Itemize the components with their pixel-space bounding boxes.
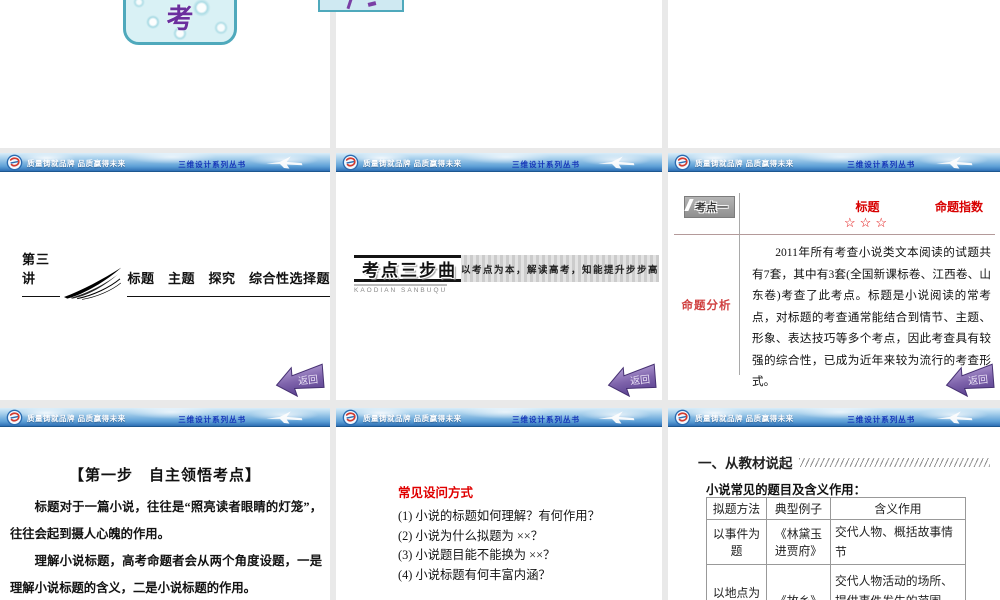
slide-handout-page: 考 质量铸就品牌 品质赢得未来 三维设计系列丛书 第三讲 标题 主题 探究 综合… xyxy=(0,0,1000,600)
slide-kaodian-banner: 质量铸就品牌 品质赢得未来 三维设计系列丛书 考点三步曲 以考点为本，解读高考，… xyxy=(336,153,662,400)
airplane-icon xyxy=(266,411,303,424)
kaodian-banner-title: 考点三步曲 xyxy=(354,255,461,282)
question-style-heading: 常见设问方式 xyxy=(398,486,474,500)
brand-slogan: 质量铸就品牌 品质赢得未来 xyxy=(27,414,126,423)
table-header-cell: 典型例子 xyxy=(766,497,831,520)
return-label: 返回 xyxy=(298,373,319,387)
table-cell: 《故乡》 xyxy=(766,564,831,600)
airplane-icon xyxy=(936,156,973,169)
rating-stars: ☆☆☆ xyxy=(844,215,891,230)
brand-logo-icon xyxy=(674,409,691,426)
brand-slogan: 质量铸就品牌 品质赢得未来 xyxy=(27,159,126,168)
brand-logo-icon xyxy=(342,154,359,171)
kaodian-banner-subtitle: KAODIAN SANBUQU xyxy=(354,284,448,294)
brand-logo-icon xyxy=(674,154,691,171)
return-arrow-icon: 返回 xyxy=(945,363,995,397)
series-title: 三维设计系列丛书 xyxy=(178,415,247,424)
badge-accent-mark xyxy=(684,199,694,211)
return-label: 返回 xyxy=(630,373,651,387)
slide-header-banner: 质量铸就品牌 品质赢得未来 三维设计系列丛书 xyxy=(668,408,1000,427)
exam-point-badge: 考点一 xyxy=(684,196,735,218)
series-title: 三维设计系列丛书 xyxy=(178,160,247,169)
partial-slide-middle xyxy=(336,0,662,148)
kao-character: 考 xyxy=(166,4,194,34)
return-button[interactable]: 返回 xyxy=(275,363,327,397)
partial-slide-left: 考 xyxy=(0,0,330,148)
question-style-block: 常见设问方式 (1) 小说的标题如何理解？有何作用？ (2) 小说为什么拟题为 … xyxy=(398,482,654,585)
slide-exam-point-analysis: 质量铸就品牌 品质赢得未来 三维设计系列丛书 考点一 标题 命题指数 ☆☆☆ 命… xyxy=(668,153,1000,400)
kao-bubble-sticker: 考 xyxy=(123,0,237,45)
step-heading: 【第一步 自主领悟考点】 xyxy=(68,468,261,484)
table-row: 以地点为题 《故乡》 交代人物活动的场所、提供事件发生的范围、渲染环境 xyxy=(706,564,966,600)
slide-header-banner: 质量铸就品牌 品质赢得未来 三维设计系列丛书 xyxy=(668,153,1000,172)
slide-question-styles: 质量铸就品牌 品质赢得未来 三维设计系列丛书 常见设问方式 (1) 小说的标题如… xyxy=(336,408,662,600)
question-item: (2) 小说为什么拟题为 ××？ xyxy=(398,528,544,543)
table-caption: 小说常见的题目及含义作用： xyxy=(706,483,866,497)
partial-title-box xyxy=(318,0,404,12)
brush-stroke-icon xyxy=(63,267,122,300)
brand-logo-icon xyxy=(342,409,359,426)
exam-point-badge-cell: 考点一 xyxy=(674,193,740,235)
series-title: 三维设计系列丛书 xyxy=(512,160,581,169)
exam-point-layout: 考点一 标题 命题指数 ☆☆☆ 命题分析 2011年所有考查小说类文本阅读的试题… xyxy=(674,193,995,388)
question-item: (1) 小说的标题如何理解？有何作用？ xyxy=(398,509,600,523)
return-button[interactable]: 返回 xyxy=(607,363,659,397)
question-item: (3) 小说题目能不能换为 ××？ xyxy=(398,548,556,562)
step-body: 标题对于一篇小说，往往是“照亮读者眼睛的灯笼”，往往会起到摄人心魄的作用。 理解… xyxy=(10,494,322,600)
hatch-line xyxy=(798,457,990,467)
slide-lecture-title: 质量铸就品牌 品质赢得未来 三维设计系列丛书 第三讲 标题 主题 探究 综合性选… xyxy=(0,153,330,400)
brand-logo-icon xyxy=(6,409,23,426)
table-cell: 《林黛玉进贾府》 xyxy=(766,519,831,565)
table-cell: 以地点为题 xyxy=(706,564,767,600)
table-header-cell: 含义作用 xyxy=(830,497,966,520)
table-header-row: 拟题方法 典型例子 含义作用 xyxy=(706,497,966,520)
airplane-icon xyxy=(598,156,635,169)
brand-slogan: 质量铸就品牌 品质赢得未来 xyxy=(363,414,462,423)
series-title: 三维设计系列丛书 xyxy=(847,415,916,424)
decorative-mark xyxy=(367,1,377,7)
slide-header-banner: 质量铸就品牌 品质赢得未来 三维设计系列丛书 xyxy=(336,408,662,427)
slide-header-banner: 质量铸就品牌 品质赢得未来 三维设计系列丛书 xyxy=(0,153,330,172)
table-cell: 交代人物活动的场所、提供事件发生的范围、渲染环境 xyxy=(830,564,966,600)
airplane-icon xyxy=(598,411,635,424)
question-item: (4) 小说标题有何丰富内涵？ xyxy=(398,567,551,582)
return-arrow-icon: 返回 xyxy=(607,363,657,397)
table-header-cell: 拟题方法 xyxy=(706,497,767,520)
step-paragraph: 理解小说标题，高考命题者会从两个角度设题，一是理解小说标题的含义，二是小说标题的… xyxy=(10,554,322,595)
partial-slide-right xyxy=(668,0,1000,148)
slide-header-banner: 质量铸就品牌 品质赢得未来 三维设计系列丛书 xyxy=(0,408,330,427)
brand-logo-icon xyxy=(6,154,23,171)
index-label: 命题指数 xyxy=(934,200,983,214)
lecture-topics: 标题 主题 探究 综合性选择题 xyxy=(127,268,330,297)
series-title: 三维设计系列丛书 xyxy=(512,415,581,424)
analysis-body: 2011年所有考查小说类文本阅读的试题共有7套，其中有3套(全国新课标卷、江西卷… xyxy=(740,235,995,388)
material-heading: 一、从教材说起 xyxy=(698,456,793,471)
kaodian-banner: 考点三步曲 以考点为本，解读高考，知能提升步步高 xyxy=(354,255,660,282)
brand-slogan: 质量铸就品牌 品质赢得未来 xyxy=(363,159,462,168)
decorative-mark xyxy=(346,0,353,10)
table-row: 以事件为题 《林黛玉进贾府》 交代人物、概括故事情节 xyxy=(706,519,966,565)
step-paragraph: 标题对于一篇小说，往往是“照亮读者眼睛的灯笼”，往往会起到摄人心魄的作用。 xyxy=(10,500,322,541)
topic-header-row: 标题 命题指数 ☆☆☆ xyxy=(740,193,995,235)
material-heading-row: 一、从教材说起 xyxy=(698,452,990,472)
series-title: 三维设计系列丛书 xyxy=(847,160,916,169)
brand-slogan: 质量铸就品牌 品质赢得未来 xyxy=(695,414,794,423)
title-meaning-table: 拟题方法 典型例子 含义作用 以事件为题 《林黛玉进贾府》 交代人物、概括故事情… xyxy=(706,497,966,600)
return-arrow-icon: 返回 xyxy=(275,363,325,397)
lecture-number: 第三讲 xyxy=(22,249,60,297)
airplane-icon xyxy=(936,411,973,424)
airplane-icon xyxy=(266,156,303,169)
lecture-title-line: 第三讲 标题 主题 探究 综合性选择题 xyxy=(22,249,330,300)
brand-slogan: 质量铸就品牌 品质赢得未来 xyxy=(695,159,794,168)
slide-from-textbook: 质量铸就品牌 品质赢得未来 三维设计系列丛书 一、从教材说起 小说常见的题目及含… xyxy=(668,408,1000,600)
analysis-label: 命题分析 xyxy=(674,235,740,375)
slide-header-banner: 质量铸就品牌 品质赢得未来 三维设计系列丛书 xyxy=(336,153,662,172)
kaodian-banner-slogan: 以考点为本，解读高考，知能提升步步高 xyxy=(461,255,660,282)
table-cell: 交代人物、概括故事情节 xyxy=(830,519,966,565)
slide-step-one: 质量铸就品牌 品质赢得未来 三维设计系列丛书 【第一步 自主领悟考点】 标题对于… xyxy=(0,408,330,600)
return-label: 返回 xyxy=(968,373,989,387)
exam-point-badge-label: 考点一 xyxy=(695,202,728,214)
table-cell: 以事件为题 xyxy=(706,519,767,565)
return-button[interactable]: 返回 xyxy=(945,363,997,397)
